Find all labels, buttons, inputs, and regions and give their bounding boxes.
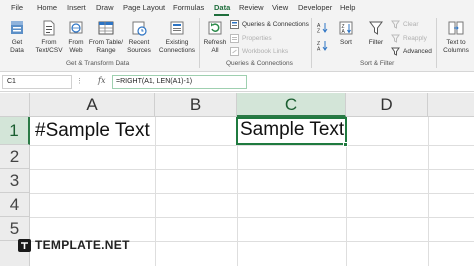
get-transform-group-label: Get & Transform Data — [66, 60, 130, 67]
insert-function-button[interactable]: fx — [98, 76, 105, 85]
refresh-icon — [208, 21, 222, 35]
tab-page-layout[interactable]: Page Layout — [123, 3, 165, 12]
sort-button[interactable]: Z A Sort — [334, 19, 358, 47]
queries-group-label: Queries & Connections — [226, 60, 293, 67]
refresh-all-button[interactable]: Refresh All — [203, 19, 227, 54]
clock-icon — [132, 21, 147, 36]
advanced-button[interactable]: Advanced — [391, 47, 432, 56]
tab-home[interactable]: Home — [37, 3, 57, 12]
clear-button[interactable]: Clear — [391, 20, 419, 29]
table-icon — [98, 21, 114, 35]
queries-connections-button[interactable]: Queries & Connections — [230, 20, 309, 29]
gridline — [30, 217, 474, 218]
tab-review[interactable]: Review — [239, 3, 264, 12]
existing-connections-button[interactable]: Existing Connections — [158, 19, 196, 54]
cell-c1[interactable]: Sample Text — [236, 117, 347, 145]
tab-developer[interactable]: Developer — [298, 3, 332, 12]
gridline — [428, 117, 429, 266]
column-header-a[interactable]: A — [30, 93, 155, 117]
formula-bar: C1 ⋮ fx =RIGHT(A1, LEN(A1)-1) — [0, 72, 474, 92]
tab-data[interactable]: Data — [214, 3, 230, 12]
link-icon — [230, 47, 239, 56]
from-web-button[interactable]: From Web — [65, 19, 87, 54]
tab-draw[interactable]: Draw — [96, 3, 114, 12]
gridline — [30, 145, 474, 146]
gridline — [30, 193, 474, 194]
queries-icon — [230, 20, 239, 29]
watermark: TEMPLATE.NET — [18, 238, 130, 252]
column-header-b[interactable]: B — [155, 93, 237, 117]
menu-bar: File Home Insert Draw Page Layout Formul… — [0, 0, 474, 16]
formula-input[interactable]: =RIGHT(A1, LEN(A1)-1) — [112, 75, 247, 89]
watermark-text: TEMPLATE.NET — [35, 238, 130, 252]
globe-icon — [69, 21, 83, 34]
row-header-3[interactable]: 3 — [0, 169, 30, 193]
row-header-4[interactable]: 4 — [0, 193, 30, 217]
filter-icon — [369, 21, 383, 35]
group-separator — [199, 18, 200, 68]
connections-icon — [170, 21, 184, 35]
text-to-columns-button[interactable]: Text to Columns — [440, 19, 472, 54]
tab-insert[interactable]: Insert — [67, 3, 86, 12]
sort-ascending-button[interactable]: A Z — [317, 22, 328, 33]
sort-filter-group-label: Sort & Filter — [360, 60, 395, 67]
svg-text:A: A — [317, 47, 321, 52]
advanced-filter-icon — [391, 47, 400, 56]
recent-sources-button[interactable]: Recent Sources — [125, 19, 153, 54]
filter-button[interactable]: Filter — [364, 19, 388, 47]
sort-icon: Z A — [339, 21, 353, 35]
get-data-button[interactable]: Get Data — [6, 19, 28, 54]
tab-formulas[interactable]: Formulas — [173, 3, 204, 12]
workbook-links-button[interactable]: Workbook Links — [230, 47, 288, 56]
properties-button[interactable]: Properties — [230, 34, 272, 43]
svg-text:Z: Z — [317, 29, 320, 34]
gridline — [155, 117, 156, 266]
from-text-csv-button[interactable]: From Text/CSV — [34, 19, 64, 54]
column-header-e[interactable] — [428, 93, 474, 117]
from-table-range-button[interactable]: From Table/ Range — [88, 19, 124, 54]
column-header-d[interactable]: D — [346, 93, 428, 117]
cell-a1[interactable]: #Sample Text — [31, 118, 155, 144]
tab-help[interactable]: Help — [340, 3, 355, 12]
clear-filter-icon — [391, 20, 400, 29]
sort-za-icon: Z A — [317, 41, 328, 52]
column-header-c[interactable]: C — [237, 93, 346, 117]
group-separator — [311, 18, 312, 68]
row-header-1[interactable]: 1 — [0, 117, 30, 145]
select-all-corner[interactable] — [0, 93, 30, 117]
ribbon: Get Data From Text/CSV From Web From Tab… — [0, 16, 474, 72]
sort-descending-button[interactable]: Z A — [317, 40, 328, 51]
fill-handle[interactable] — [343, 142, 348, 147]
template-logo-icon — [18, 238, 31, 252]
name-box[interactable]: C1 — [2, 75, 72, 89]
name-box-dropdown-icon[interactable]: ⋮ — [76, 77, 83, 85]
properties-icon — [230, 34, 239, 43]
tab-view[interactable]: View — [272, 3, 288, 12]
text-to-columns-icon — [448, 21, 464, 35]
sort-az-icon: A Z — [317, 23, 328, 34]
gridline — [30, 169, 474, 170]
text-file-icon — [43, 20, 55, 36]
tab-file[interactable]: File — [11, 3, 23, 12]
reapply-button[interactable]: Reapply — [391, 34, 427, 43]
group-separator — [436, 18, 437, 68]
database-icon — [11, 21, 23, 34]
row-header-2[interactable]: 2 — [0, 145, 30, 169]
reapply-icon — [391, 34, 400, 43]
